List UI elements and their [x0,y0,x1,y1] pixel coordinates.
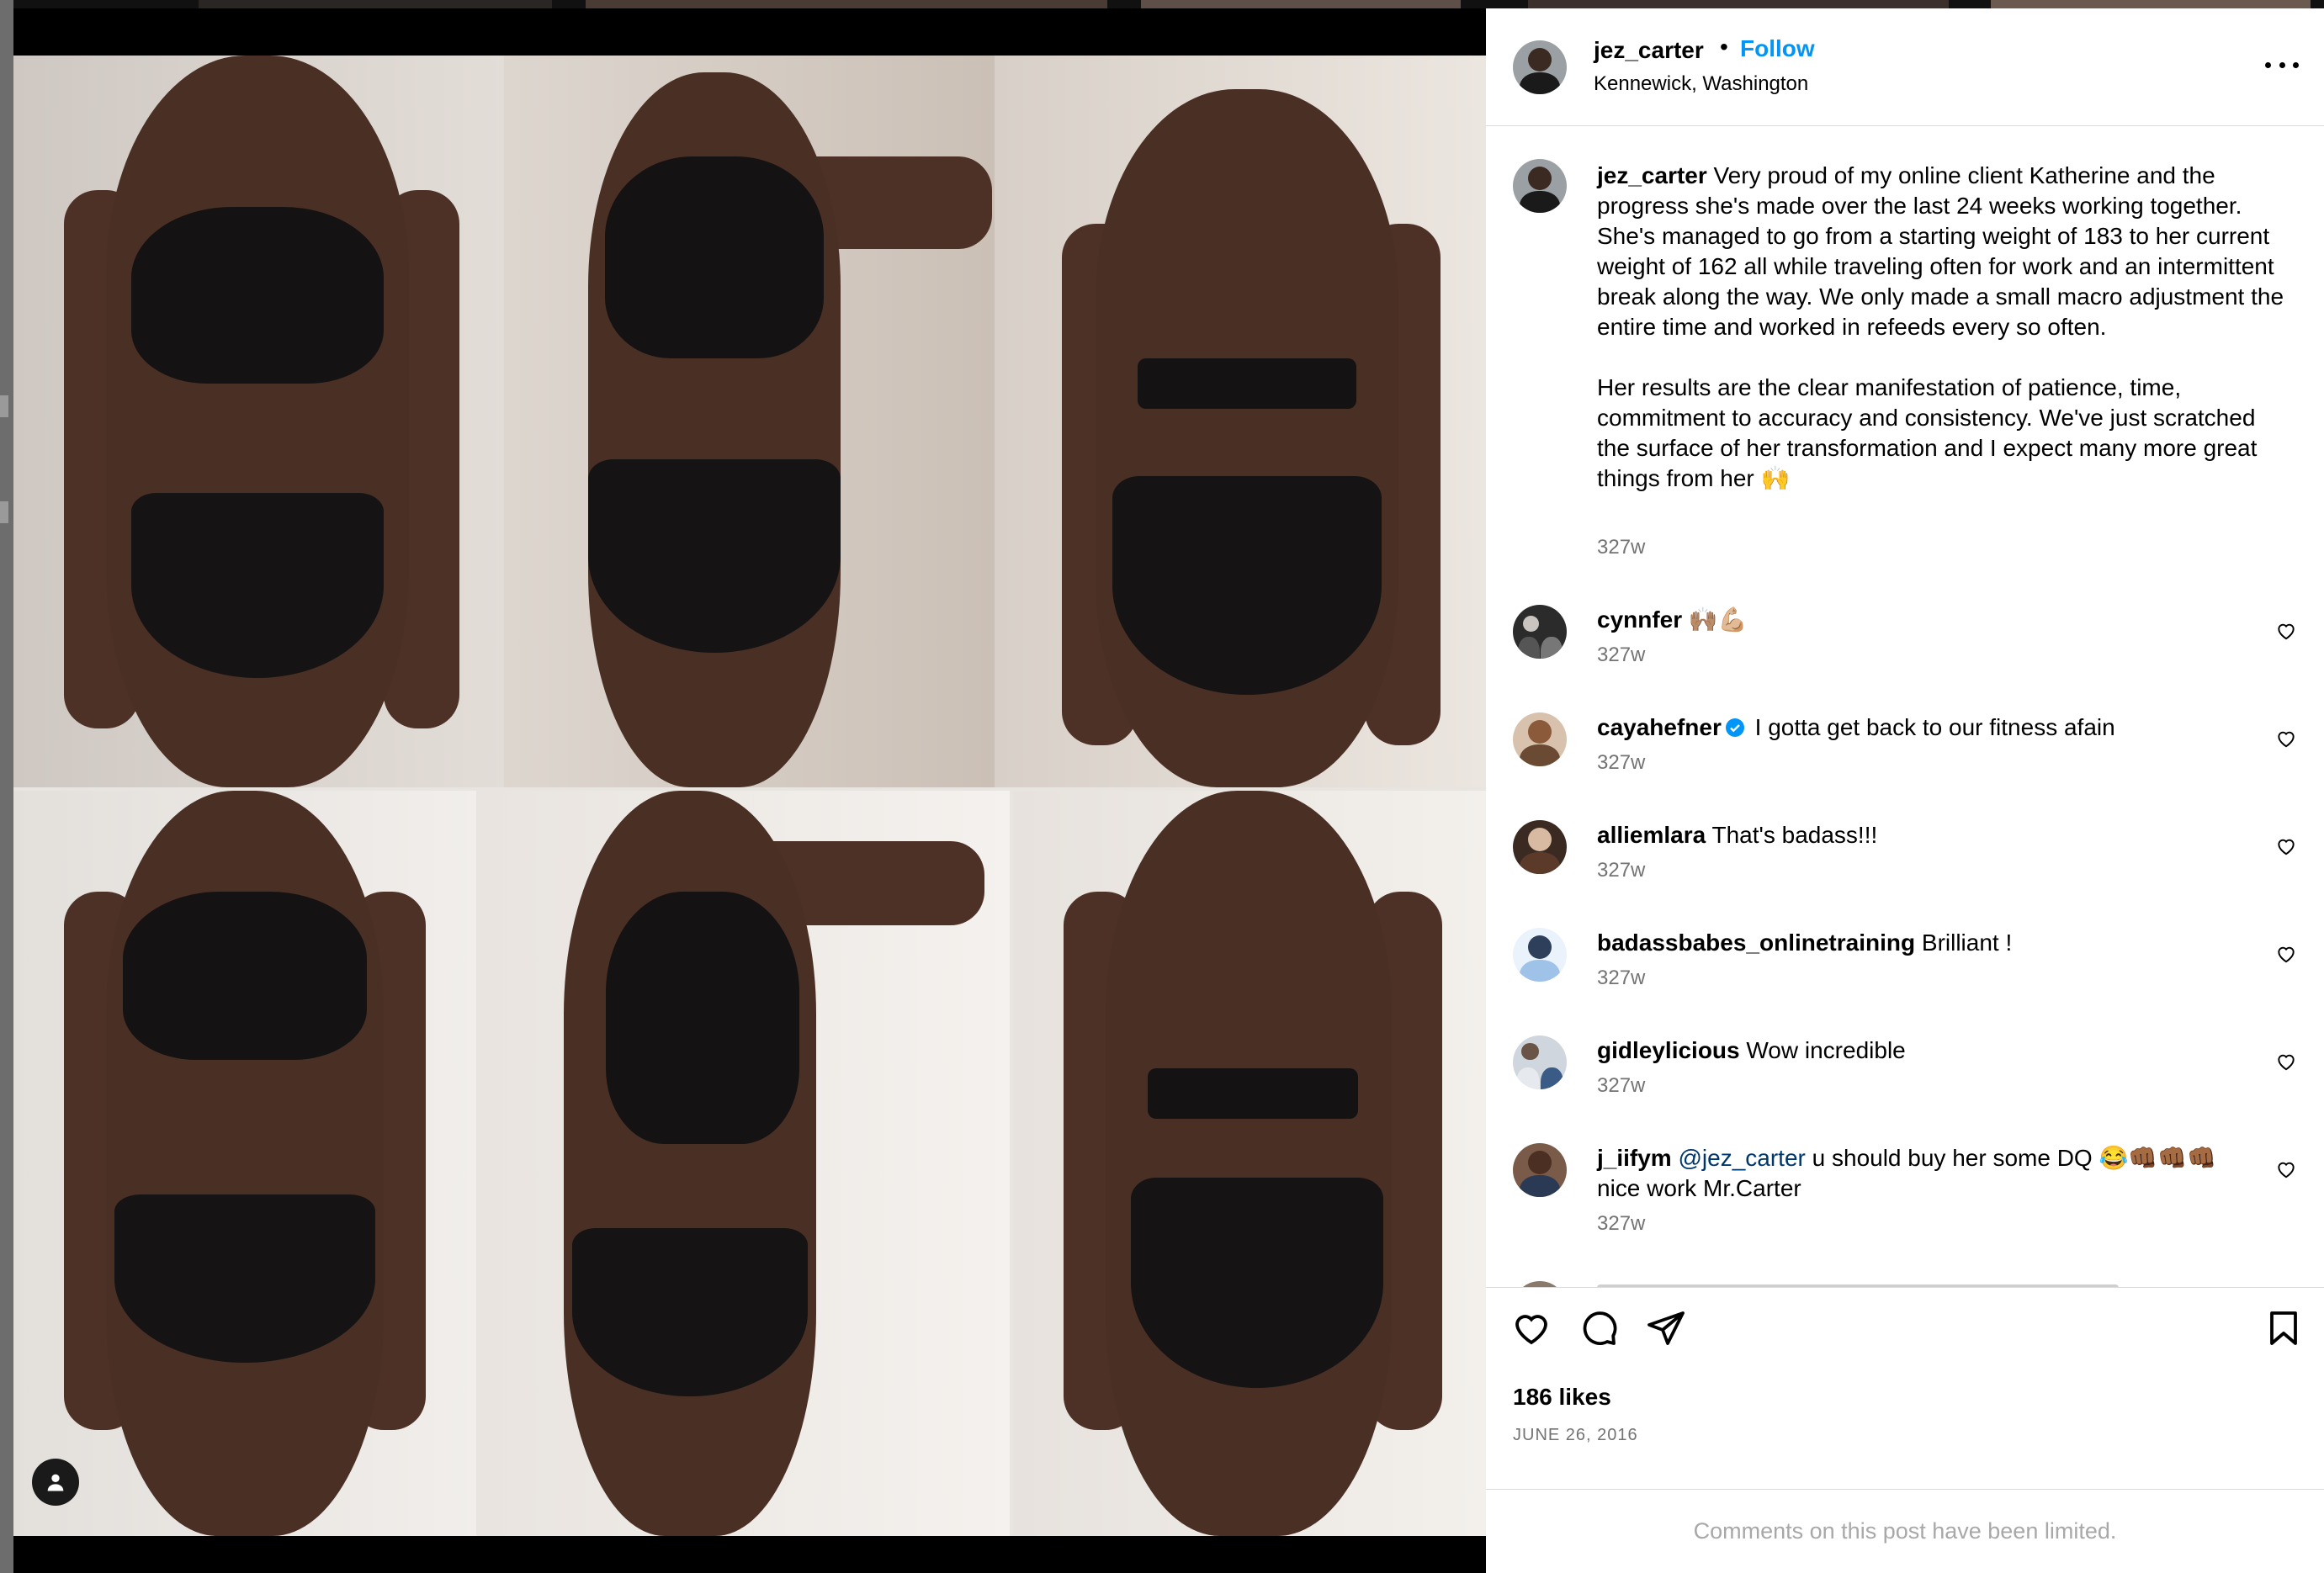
post-date[interactable]: JUNE 26, 2016 [1513,1426,1638,1445]
comment-like-heart-icon[interactable] [2275,835,2297,857]
comment-item: badassbabes_onlinetraining Brilliant ! 3… [1486,928,2324,1035]
comment-item: cayahefner I gotta get back to our fitne… [1486,712,2324,820]
partial-comment-row [1486,1273,2324,1287]
comment-item: alliemlara That's badass!!! 327w [1486,820,2324,928]
photo-panel-front-before [13,56,504,787]
photo-panel-front-after [13,791,476,1536]
comment-like-heart-icon[interactable] [2275,620,2297,642]
share-icon[interactable] [1646,1308,1686,1348]
commenter-avatar[interactable] [1513,820,1567,874]
separator-dot: • [1720,34,1728,60]
comment-text: That's badass!!! [1706,822,1878,848]
author-username[interactable]: jez_carter [1594,37,1704,64]
comment-timestamp[interactable]: 327w [1597,859,1645,882]
comments-limited-notice: Comments on this post have been limited. [1486,1489,2324,1573]
verified-badge-icon [1725,718,1744,737]
commenter-avatar[interactable] [1513,928,1567,982]
caption-username[interactable]: jez_carter [1597,162,1707,188]
comment-like-heart-icon[interactable] [2275,943,2297,965]
commenter-avatar[interactable] [1513,605,1567,659]
heart-icon[interactable] [1511,1308,1552,1348]
comment-timestamp[interactable]: 327w [1597,967,1645,990]
caption-text: jez_carter Very proud of my online clien… [1597,161,2287,494]
caption-body: Very proud of my online client Katherine… [1597,162,2284,491]
comment-mention-link[interactable]: @jez_carter [1678,1145,1805,1171]
backdrop-left [0,0,13,1573]
like-count[interactable]: 186 likes [1513,1384,1611,1411]
commenter-username[interactable]: cynnfer [1597,606,1682,633]
commenter-username[interactable]: cayahefner [1597,714,1722,740]
comment-timestamp[interactable]: 327w [1597,1074,1645,1098]
bookmark-icon[interactable] [2263,1308,2304,1348]
photo-panel-back-after [1013,791,1486,1536]
comment-text: Wow incredible [1739,1037,1906,1063]
commenter-username[interactable]: gidleylicious [1597,1037,1740,1063]
commenter-avatar[interactable] [1513,1035,1567,1089]
comment-like-heart-icon[interactable] [2275,1051,2297,1072]
commenter-avatar[interactable] [1513,712,1567,766]
post-media[interactable] [13,8,1486,1573]
commenter-avatar[interactable] [1513,1143,1567,1197]
post-sidebar: jez_carter • Follow Kennewick, Washingto… [1486,8,2324,1573]
caption-avatar[interactable] [1513,159,1567,213]
author-avatar[interactable] [1513,40,1567,94]
backdrop-ghost [0,395,8,417]
comment-item: cynnfer 🙌🏽💪🏼 327w [1486,605,2324,712]
more-options-icon[interactable] [2265,52,2299,77]
comment-timestamp[interactable]: 327w [1597,751,1645,775]
comments-list[interactable]: jez_carter Very proud of my online clien… [1486,127,2324,1287]
photo-panel-back-before [995,56,1486,787]
commenter-username[interactable]: badassbabes_onlinetraining [1597,930,1915,956]
backdrop-top [13,0,2324,8]
comment-text: I gotta get back to our fitness afain [1748,714,2115,740]
comment-like-heart-icon[interactable] [2275,1158,2297,1180]
comment-timestamp[interactable]: 327w [1597,1212,1645,1236]
commenter-username[interactable]: j_iifym [1597,1145,1672,1171]
photo-panel-side-after [480,791,1010,1536]
comment-text: 🙌🏽💪🏼 [1682,606,1748,633]
post-header: jez_carter • Follow Kennewick, Washingto… [1486,8,2324,126]
commenter-username[interactable]: alliemlara [1597,822,1706,848]
progress-photo [13,56,1486,1536]
comment-timestamp[interactable]: 327w [1597,644,1645,667]
post-actions: 186 likes JUNE 26, 2016 [1486,1287,2324,1489]
comment-item: j_iifym @jez_carter u should buy her som… [1486,1143,2324,1278]
user-tag-icon[interactable] [32,1459,79,1506]
comment-item: gidleylicious Wow incredible 327w [1486,1035,2324,1143]
comment-icon[interactable] [1579,1308,1619,1348]
backdrop-ghost [0,501,8,523]
follow-button[interactable]: Follow [1740,35,1815,62]
caption-timestamp[interactable]: 327w [1597,536,1645,559]
photo-panel-side-before [504,56,995,787]
comment-like-heart-icon[interactable] [2275,728,2297,749]
comment-text: Brilliant ! [1915,930,2013,956]
post-location[interactable]: Kennewick, Washington [1594,72,1808,96]
